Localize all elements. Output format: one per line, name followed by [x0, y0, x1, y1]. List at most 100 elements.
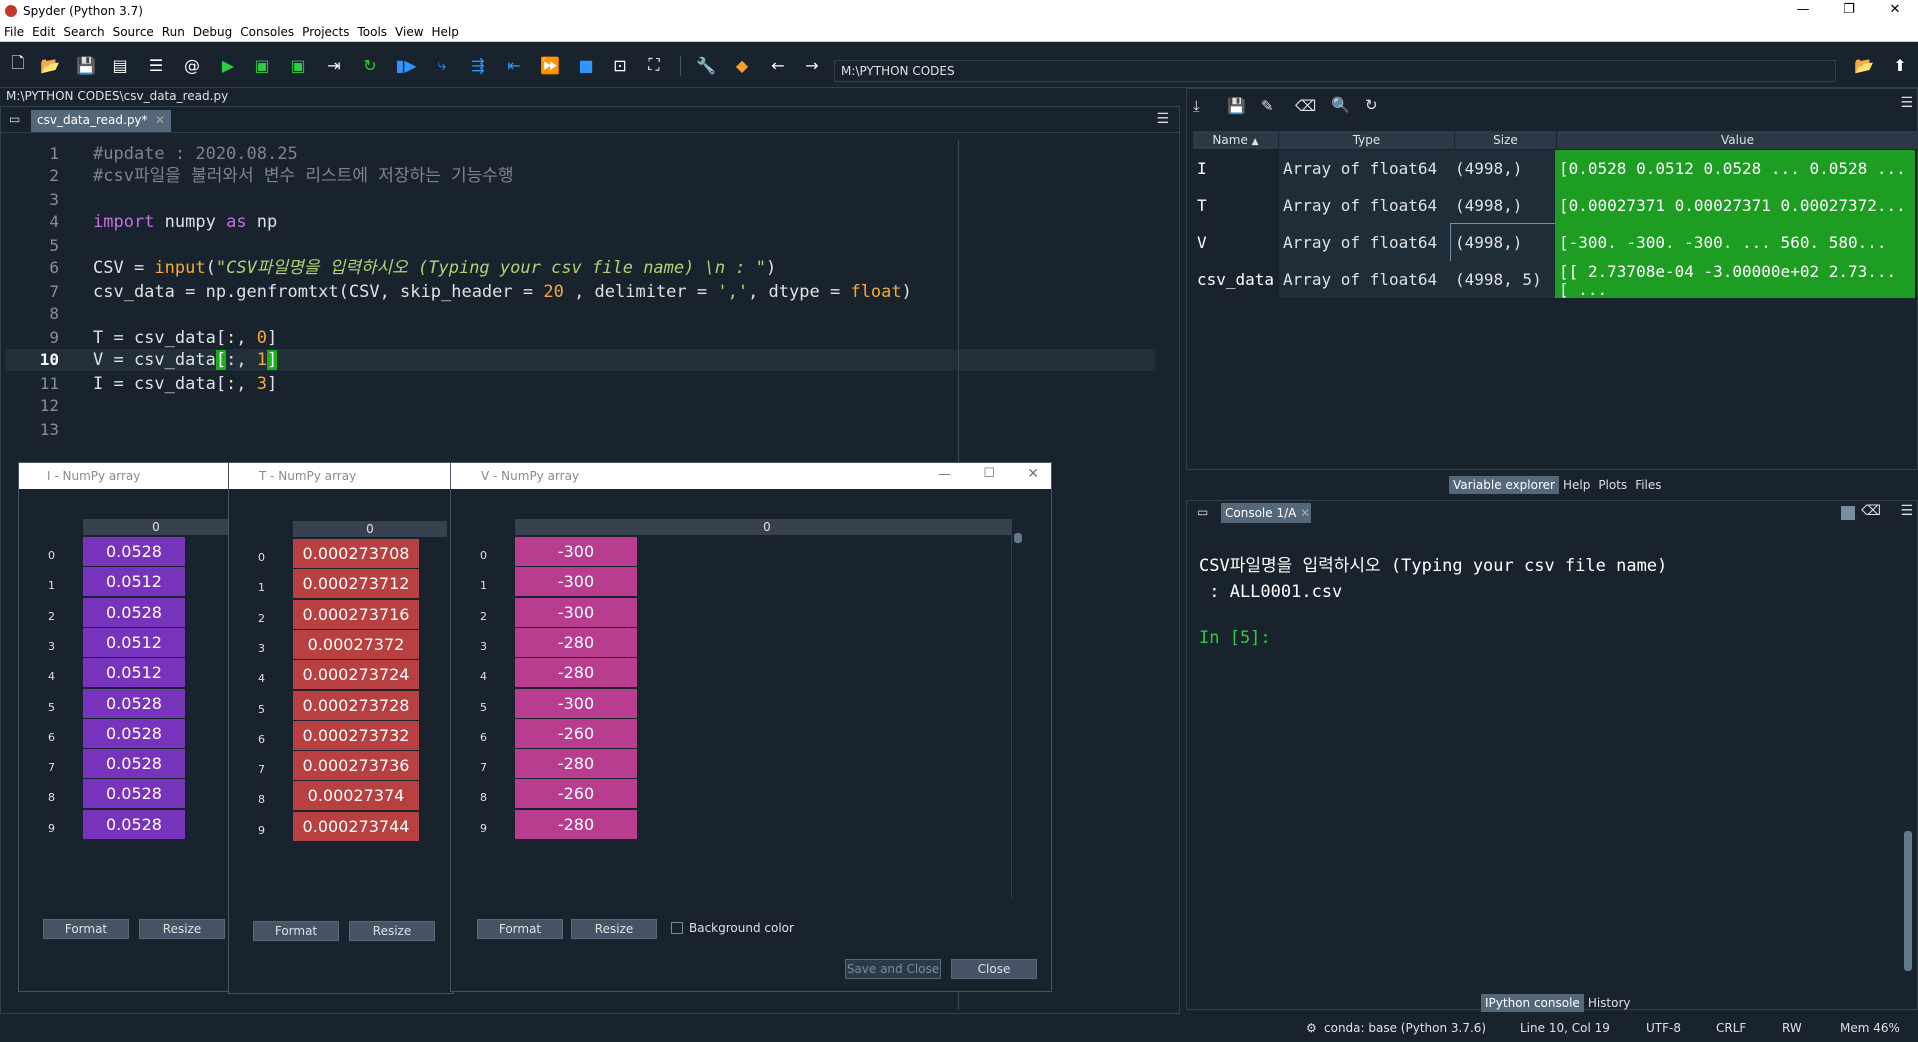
- array-cell[interactable]: -280: [515, 809, 637, 840]
- browse-folder-icon[interactable]: 📂: [1852, 53, 1876, 77]
- array-cell[interactable]: -260: [515, 718, 637, 749]
- format-button[interactable]: Format: [477, 919, 563, 939]
- array-cell[interactable]: 0.000273716: [293, 599, 419, 630]
- working-directory-input[interactable]: M:\PYTHON CODES: [834, 60, 1836, 82]
- row-header[interactable]: 9: [475, 810, 511, 847]
- type-column-header[interactable]: Type: [1279, 131, 1455, 149]
- maximize-pane-icon[interactable]: ⊡: [608, 53, 632, 77]
- column-header[interactable]: 0: [83, 519, 229, 535]
- save-all-icon[interactable]: ▤: [108, 53, 132, 77]
- name-column-header[interactable]: Name ▲: [1193, 131, 1279, 149]
- maximize-button[interactable]: ❐: [1826, 0, 1872, 22]
- scrollbar-handle[interactable]: [1014, 533, 1022, 543]
- resize-button[interactable]: Resize: [349, 921, 435, 941]
- format-button[interactable]: Format: [253, 921, 339, 941]
- array-cell[interactable]: 0.00027372: [293, 629, 419, 660]
- menu-run[interactable]: Run: [158, 25, 189, 39]
- array-cell[interactable]: -300: [515, 688, 637, 719]
- array-cell[interactable]: 0.0528: [83, 537, 185, 567]
- menu-view[interactable]: View: [391, 25, 427, 39]
- variable-explorer-options-icon[interactable]: ☰: [1900, 95, 1913, 111]
- tab-variable-explorer[interactable]: Variable explorer: [1449, 476, 1559, 494]
- browse-consoles-icon[interactable]: ▭: [1197, 505, 1208, 519]
- maximize-dialog-icon[interactable]: ☐: [983, 466, 995, 481]
- open-file-icon[interactable]: 📂: [38, 53, 62, 77]
- array-cell[interactable]: 0.0528: [83, 809, 185, 840]
- row-header[interactable]: 9: [253, 812, 289, 849]
- save-data-as-icon[interactable]: ✎: [1261, 97, 1274, 115]
- console-scrollbar-handle[interactable]: [1904, 831, 1912, 971]
- forward-arrow-icon[interactable]: →: [800, 53, 824, 77]
- array-cell[interactable]: 0.0512: [83, 658, 185, 689]
- step-icon[interactable]: ⤷: [430, 53, 454, 77]
- editor-options-menu-icon[interactable]: ☰: [1156, 111, 1169, 127]
- email-at-icon[interactable]: @: [180, 53, 204, 77]
- fullscreen-icon[interactable]: ⛶: [642, 53, 666, 77]
- import-data-icon[interactable]: ⤓: [1193, 97, 1200, 115]
- console-scrollbar[interactable]: [1903, 541, 1913, 981]
- minimize-dialog-icon[interactable]: —: [938, 467, 951, 482]
- array-cell[interactable]: 0.000273744: [293, 811, 419, 842]
- array-cell[interactable]: 0.0512: [83, 627, 185, 658]
- editor-tab-csv-data-read[interactable]: csv_data_read.py* ✕: [31, 110, 171, 132]
- browse-tabs-icon[interactable]: ▭: [9, 112, 20, 126]
- array-cell[interactable]: -260: [515, 779, 637, 810]
- step-return-icon[interactable]: ⇤: [502, 53, 526, 77]
- clear-console-icon[interactable]: ⌫: [1861, 503, 1881, 519]
- background-color-checkbox[interactable]: [671, 922, 683, 934]
- menu-projects[interactable]: Projects: [298, 25, 353, 39]
- console-tab[interactable]: Console 1/A ✕: [1221, 503, 1311, 523]
- save-data-icon[interactable]: 💾: [1227, 97, 1246, 115]
- menu-debug[interactable]: Debug: [189, 25, 236, 39]
- row-header[interactable]: 9: [43, 810, 79, 847]
- value-column-header[interactable]: Value: [1557, 131, 1918, 149]
- array-cell[interactable]: 0.0528: [83, 597, 185, 628]
- python-path-icon[interactable]: ◆: [730, 53, 754, 77]
- parent-dir-icon[interactable]: ⬆: [1888, 53, 1912, 77]
- variable-row-T[interactable]: T Array of float64 (4998,) [0.00027371 0…: [1193, 187, 1918, 224]
- save-icon[interactable]: 💾: [74, 53, 98, 77]
- resize-button[interactable]: Resize: [139, 919, 225, 939]
- array-cell[interactable]: 0.0528: [83, 718, 185, 749]
- close-button[interactable]: Close: [951, 959, 1037, 979]
- run-cell-advance-icon[interactable]: ▣: [286, 53, 310, 77]
- run-cell-icon[interactable]: ▣: [250, 53, 274, 77]
- rerun-icon[interactable]: ↻: [358, 53, 382, 77]
- array-cell[interactable]: 0.000273728: [293, 690, 419, 721]
- tab-history[interactable]: History: [1584, 994, 1635, 1012]
- menu-search[interactable]: Search: [59, 25, 108, 39]
- preferences-wrench-icon[interactable]: 🔧: [694, 53, 718, 77]
- menu-tools[interactable]: Tools: [353, 25, 391, 39]
- back-arrow-icon[interactable]: ←: [766, 53, 790, 77]
- column-header[interactable]: 0: [515, 519, 1019, 535]
- tab-plots[interactable]: Plots: [1594, 476, 1631, 494]
- array-cell[interactable]: -280: [515, 749, 637, 780]
- array-cell[interactable]: 0.000273712: [293, 569, 419, 600]
- array-cell[interactable]: 0.000273736: [293, 751, 419, 782]
- format-button[interactable]: Format: [43, 919, 129, 939]
- array-cell[interactable]: 0.0528: [83, 749, 185, 780]
- debug-icon[interactable]: ▮▶: [394, 53, 418, 77]
- refresh-variables-icon[interactable]: ↻: [1365, 96, 1378, 114]
- close-dialog-icon[interactable]: ✕: [1027, 466, 1039, 482]
- tab-ipython-console[interactable]: IPython console: [1481, 994, 1584, 1012]
- array-cell[interactable]: -300: [515, 567, 637, 598]
- minimize-button[interactable]: —: [1780, 0, 1826, 22]
- resize-button[interactable]: Resize: [571, 919, 657, 939]
- array-cell[interactable]: 0.000273708: [293, 539, 419, 569]
- run-selection-icon[interactable]: ⇥: [322, 53, 346, 77]
- variable-row-I[interactable]: I Array of float64 (4998,) [0.0528 0.051…: [1193, 150, 1918, 187]
- array-cell[interactable]: 0.000273724: [293, 660, 419, 691]
- array-cell[interactable]: 0.0512: [83, 567, 185, 598]
- save-and-close-button[interactable]: Save and Close: [845, 959, 941, 979]
- column-header[interactable]: 0: [293, 521, 447, 537]
- menu-edit[interactable]: Edit: [28, 25, 59, 39]
- run-icon[interactable]: ▶: [216, 53, 240, 77]
- close-window-button[interactable]: ✕: [1872, 0, 1918, 22]
- array-cell[interactable]: -300: [515, 537, 637, 567]
- console-options-icon[interactable]: ☰: [1900, 503, 1913, 519]
- interrupt-kernel-icon[interactable]: [1841, 506, 1855, 520]
- menu-source[interactable]: Source: [109, 25, 158, 39]
- array-cell[interactable]: -280: [515, 658, 637, 689]
- tab-help[interactable]: Help: [1559, 476, 1594, 494]
